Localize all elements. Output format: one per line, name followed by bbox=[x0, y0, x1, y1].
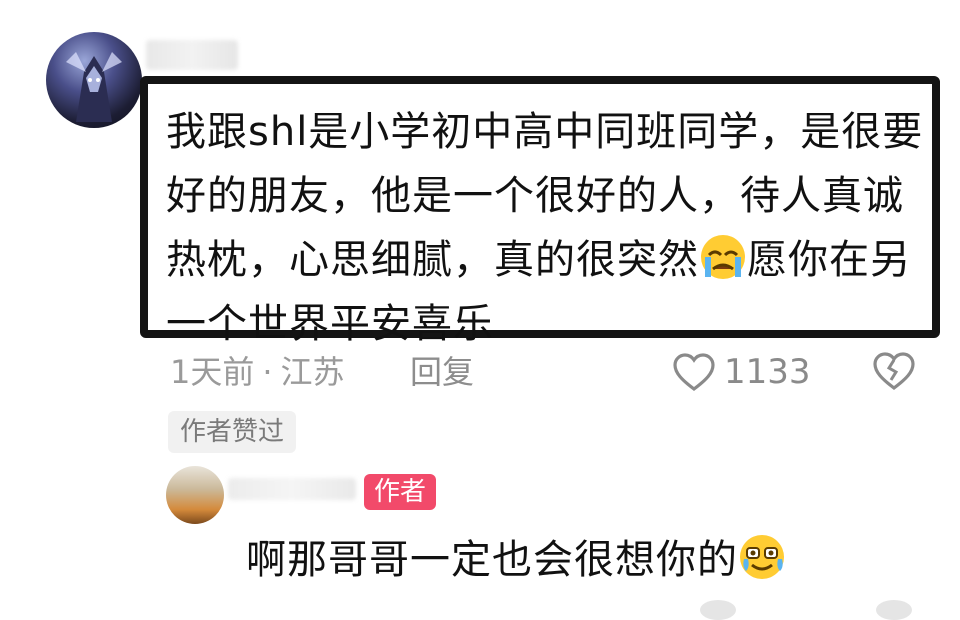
comment-meta: 1天前 · 江苏 bbox=[170, 350, 353, 394]
comment-highlight-box: 我跟shl是小学初中高中同班同学，是很要好的朋友，他是一个很好的人，待人真诚热枕… bbox=[140, 76, 940, 347]
reply-text: 啊那哥哥一定也会很想你的 bbox=[246, 537, 738, 583]
reply-comment: 啊那哥哥一定也会很想你的 bbox=[246, 530, 786, 590]
like-count: 1133 bbox=[724, 352, 811, 392]
commenter-avatar[interactable] bbox=[46, 32, 142, 128]
author-badge: 作者 bbox=[364, 474, 437, 510]
comment-location: 江苏 bbox=[280, 353, 345, 391]
author-name-blurred bbox=[228, 478, 356, 500]
heart-icon bbox=[673, 353, 715, 392]
broken-heart-icon bbox=[873, 352, 915, 391]
crying-face-icon bbox=[701, 235, 745, 279]
comment-text: 我跟shl是小学初中高中同班同学，是很要好的朋友，他是一个很好的人，待人真诚热枕… bbox=[166, 100, 926, 356]
reply-button[interactable]: 回复 bbox=[410, 350, 474, 394]
avatar-image bbox=[66, 52, 122, 122]
next-item-peek bbox=[700, 600, 736, 620]
meta-separator: · bbox=[262, 353, 273, 391]
author-liked-tag: 作者赞过 bbox=[168, 411, 297, 453]
like-button[interactable]: 1133 bbox=[672, 348, 811, 396]
dislike-button[interactable] bbox=[872, 350, 916, 396]
author-avatar[interactable] bbox=[166, 466, 224, 524]
next-item-peek bbox=[876, 600, 912, 620]
teary-smile-icon bbox=[740, 535, 784, 579]
commenter-name-blurred bbox=[146, 40, 238, 70]
comment-time: 1天前 bbox=[170, 353, 255, 391]
